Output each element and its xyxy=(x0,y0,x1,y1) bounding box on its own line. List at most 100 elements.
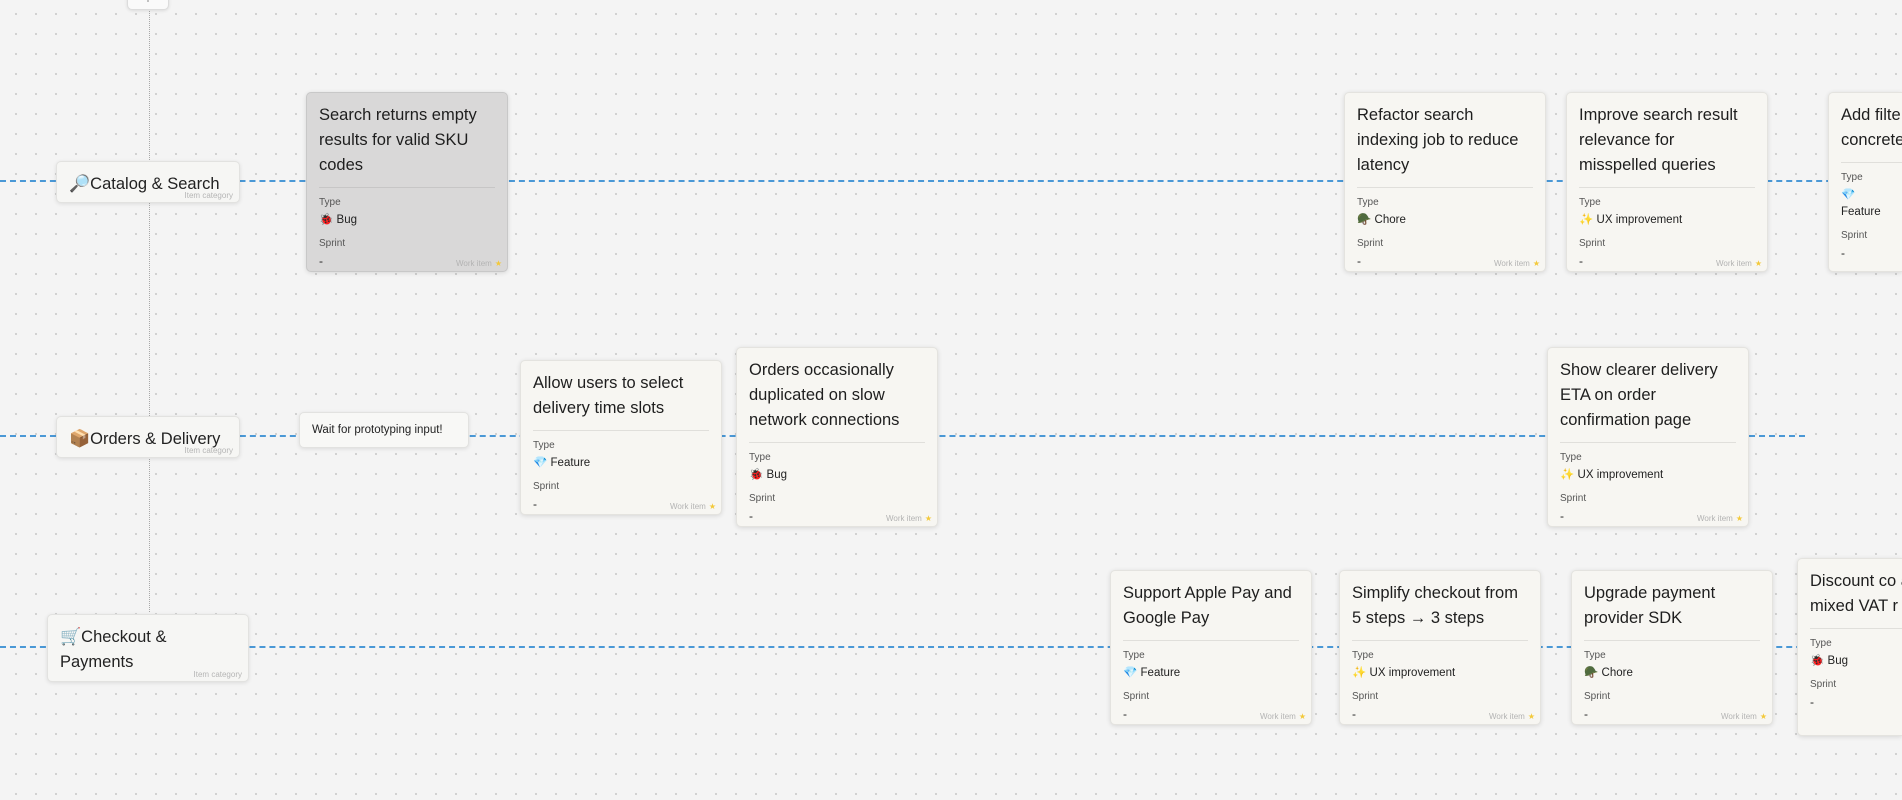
sprint-label: Sprint xyxy=(319,238,346,249)
sparkles-icon: ✨ xyxy=(1579,214,1594,226)
sprint-label: Sprint xyxy=(1584,691,1611,702)
card-footer: Work item ★ xyxy=(1715,259,1762,268)
sprint-label: Sprint xyxy=(1810,679,1837,690)
star-icon: ★ xyxy=(1527,712,1535,721)
sprint-label: Sprint xyxy=(1123,691,1150,702)
type-label: Type xyxy=(1579,197,1601,208)
star-icon: ★ xyxy=(494,259,502,268)
category-kind-label: Item category xyxy=(184,446,233,455)
type-value: 🪖 Chore xyxy=(1584,667,1633,679)
card-title: Support Apple Pay and Google Pay xyxy=(1123,581,1299,641)
type-value: 🪖 Chore xyxy=(1357,214,1406,226)
type-label: Type xyxy=(1584,650,1606,661)
card-title: Improve search result relevance for miss… xyxy=(1579,103,1755,188)
bug-icon: 🐞 xyxy=(749,469,764,481)
sprint-label: Sprint xyxy=(1352,691,1379,702)
bug-icon: 🐞 xyxy=(1810,655,1825,667)
star-icon: ★ xyxy=(1735,514,1743,523)
work-item-card-partial[interactable]: Add filte type (we concrete Type 💎 Featu… xyxy=(1828,92,1902,272)
sprint-label: Sprint xyxy=(1560,493,1587,504)
sprint-label: Sprint xyxy=(749,493,776,504)
work-item-card[interactable]: Refactor search indexing job to reduce l… xyxy=(1344,92,1546,272)
star-icon: ★ xyxy=(1298,712,1306,721)
work-item-card[interactable]: Simplify checkout from 5 steps → 3 steps… xyxy=(1339,570,1541,725)
work-item-card[interactable]: Search returns empty results for valid S… xyxy=(306,92,508,272)
work-item-card[interactable]: Support Apple Pay and Google Pay Type 💎 … xyxy=(1110,570,1312,725)
card-title: Orders occasionally duplicated on slow n… xyxy=(749,358,925,443)
type-label: Type xyxy=(1841,172,1863,183)
sprint-value: - xyxy=(1810,695,1814,709)
gem-icon: 💎 xyxy=(533,457,548,469)
sparkles-icon: ✨ xyxy=(1352,667,1367,679)
type-value: 🐞 Bug xyxy=(319,214,357,226)
type-label: Type xyxy=(749,452,771,463)
sprint-label: Sprint xyxy=(1357,238,1384,249)
category-kind-label: Item category xyxy=(184,191,233,200)
gem-icon: 💎 xyxy=(1841,189,1856,201)
category-title: 🛒Checkout & Payments xyxy=(60,627,167,671)
star-icon: ★ xyxy=(708,502,716,511)
type-value: 🐞 Bug xyxy=(1810,655,1848,667)
card-footer: Work item ★ xyxy=(1696,514,1743,523)
work-item-card-partial[interactable]: Discount co applied whe mixed VAT r Type… xyxy=(1797,558,1902,736)
sprint-label: Sprint xyxy=(1579,238,1606,249)
type-label: Type xyxy=(533,440,555,451)
shopping-cart-icon: 🛒 xyxy=(60,627,82,646)
card-title: Show clearer delivery ETA on order confi… xyxy=(1560,358,1736,443)
sprint-label: Sprint xyxy=(1841,230,1868,241)
type-value: 💎 Feature xyxy=(1841,189,1881,218)
type-label: Type xyxy=(319,197,341,208)
gem-icon: 💎 xyxy=(1123,667,1138,679)
category-catalog-search[interactable]: 🔎Catalog & Search Item category xyxy=(56,161,240,203)
work-item-card[interactable]: Allow users to select delivery time slot… xyxy=(520,360,722,515)
sprint-value: - xyxy=(1841,246,1845,260)
card-footer: Work item ★ xyxy=(885,514,932,523)
type-value: 💎 Feature xyxy=(533,457,591,469)
card-title: Add filte type (we concrete xyxy=(1841,103,1902,163)
sprint-label: Sprint xyxy=(533,481,560,492)
type-label: Type xyxy=(1352,650,1374,661)
work-item-card[interactable]: Show clearer delivery ETA on order confi… xyxy=(1547,347,1749,527)
card-title: Refactor search indexing job to reduce l… xyxy=(1357,103,1533,188)
expand-button[interactable]: + xyxy=(127,0,169,10)
category-checkout-payments[interactable]: 🛒Checkout & Payments Item category xyxy=(47,614,249,682)
card-footer: Work item ★ xyxy=(1488,712,1535,721)
card-footer: Work item ★ xyxy=(1259,712,1306,721)
star-icon: ★ xyxy=(1532,259,1540,268)
work-item-card[interactable]: Improve search result relevance for miss… xyxy=(1566,92,1768,272)
type-label: Type xyxy=(1357,197,1379,208)
sticky-note[interactable]: Wait for prototyping input! xyxy=(299,412,469,448)
helmet-icon: 🪖 xyxy=(1584,667,1599,679)
package-icon: 📦 xyxy=(69,429,91,448)
type-value: ✨ UX improvement xyxy=(1352,667,1456,679)
work-item-card[interactable]: Orders occasionally duplicated on slow n… xyxy=(736,347,938,527)
card-footer: Work item ★ xyxy=(1720,712,1767,721)
card-title: Allow users to select delivery time slot… xyxy=(533,371,709,431)
type-value: 💎 Feature xyxy=(1123,667,1181,679)
magnifier-icon: 🔎 xyxy=(69,174,91,193)
star-icon: ★ xyxy=(924,514,932,523)
type-value: ✨ UX improvement xyxy=(1579,214,1683,226)
sparkles-icon: ✨ xyxy=(1560,469,1575,481)
card-footer: Work item ★ xyxy=(669,502,716,511)
category-kind-label: Item category xyxy=(193,670,242,679)
type-value: ✨ UX improvement xyxy=(1560,469,1664,481)
card-title: Search returns empty results for valid S… xyxy=(319,103,495,188)
bug-icon: 🐞 xyxy=(319,214,334,226)
card-title: Simplify checkout from 5 steps → 3 steps xyxy=(1352,581,1528,641)
type-label: Type xyxy=(1810,638,1832,649)
helmet-icon: 🪖 xyxy=(1357,214,1372,226)
type-label: Type xyxy=(1560,452,1582,463)
card-title: Upgrade payment provider SDK xyxy=(1584,581,1760,641)
type-label: Type xyxy=(1123,650,1145,661)
star-icon: ★ xyxy=(1754,259,1762,268)
category-connector-line xyxy=(149,0,150,612)
work-item-card[interactable]: Upgrade payment provider SDK Type 🪖 Chor… xyxy=(1571,570,1773,725)
whiteboard-canvas[interactable]: + 🔎Catalog & Search Item category 📦Order… xyxy=(0,0,1902,800)
card-footer: Work item ★ xyxy=(1493,259,1540,268)
card-footer: Work item ★ xyxy=(455,259,502,268)
card-title: Discount co applied whe mixed VAT r xyxy=(1810,569,1902,629)
star-icon: ★ xyxy=(1759,712,1767,721)
type-value: 🐞 Bug xyxy=(749,469,787,481)
category-orders-delivery[interactable]: 📦Orders & Delivery Item category xyxy=(56,416,240,458)
